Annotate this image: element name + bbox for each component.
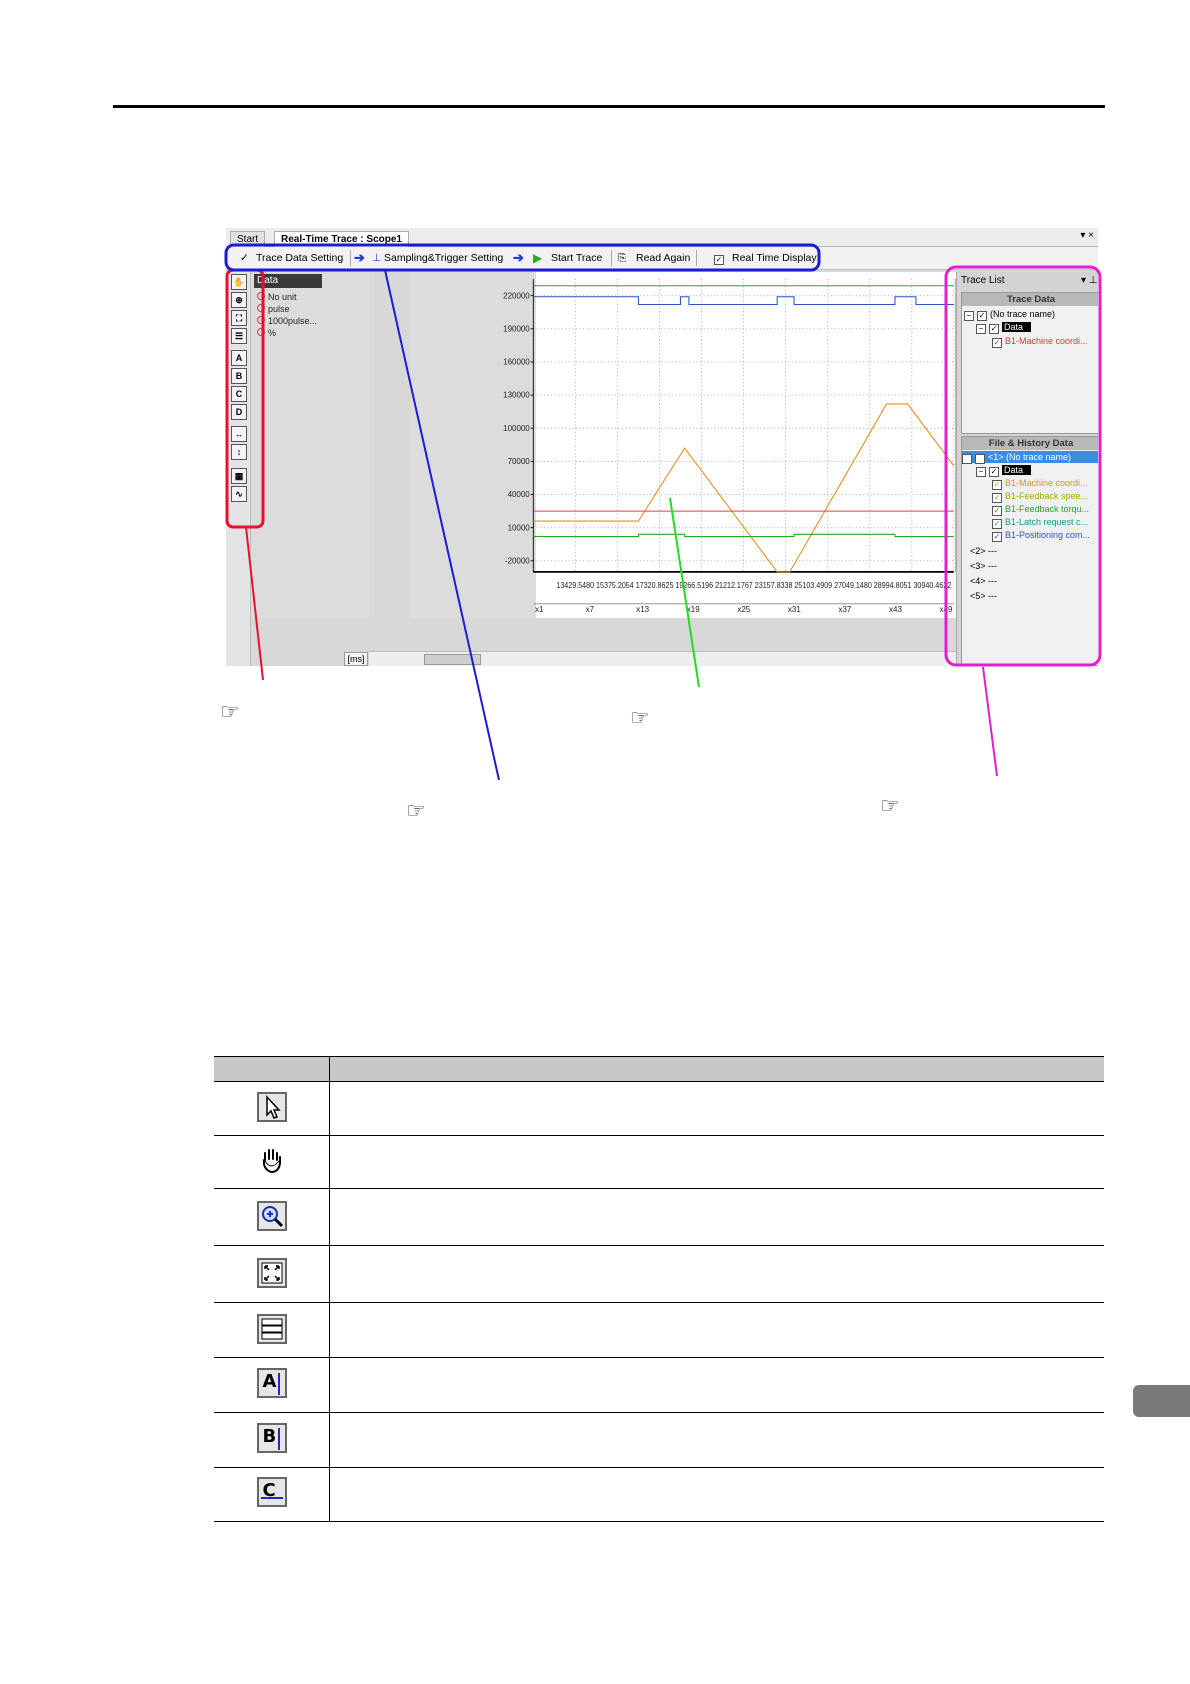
cursor-c-icon: C <box>256 1477 287 1507</box>
chapter-tab <box>1133 1385 1190 1417</box>
reference-hand-icon: ☞ <box>220 699 240 724</box>
table-description <box>329 1357 1104 1413</box>
icon-column-header <box>214 1056 330 1082</box>
table-description <box>329 1302 1104 1358</box>
icon-description-table: A B C <box>214 1056 1104 1522</box>
table-description <box>329 1188 1104 1246</box>
split-rows-icon <box>256 1313 287 1344</box>
table-description <box>329 1081 1104 1136</box>
pointer-icon <box>256 1092 287 1122</box>
zoom-in-icon <box>256 1200 287 1231</box>
red-callout-line <box>245 526 264 681</box>
table-row: C <box>214 1467 1104 1522</box>
table-row <box>214 1245 1104 1303</box>
table-row <box>214 1188 1104 1246</box>
tool-palette-highlight <box>225 268 265 529</box>
trace-list-highlight <box>944 265 1102 667</box>
table-row <box>214 1081 1104 1136</box>
fit-to-window-icon <box>256 1257 287 1288</box>
table-description <box>329 1467 1104 1522</box>
hand-icon <box>257 1145 287 1175</box>
green-callout-line <box>669 497 700 688</box>
blue-callout-line <box>384 269 500 781</box>
table-description <box>329 1412 1104 1468</box>
table-row <box>214 1302 1104 1358</box>
table-row: A <box>214 1357 1104 1413</box>
magenta-callout-line <box>982 666 998 777</box>
table-description <box>329 1245 1104 1303</box>
table-row <box>214 1135 1104 1189</box>
reference-hand-icon: ☞ <box>630 705 650 730</box>
table-header-row <box>214 1056 1104 1082</box>
cursor-a-icon: A <box>256 1367 287 1398</box>
reference-hand-icon: ☞ <box>406 798 426 823</box>
cursor-b-icon: B <box>256 1422 287 1453</box>
reference-hand-icon: ☞ <box>880 793 900 818</box>
toolbar-highlight <box>224 243 821 272</box>
table-description <box>329 1135 1104 1189</box>
table-row: B <box>214 1412 1104 1468</box>
callout-overlay <box>224 243 1102 781</box>
description-column-header <box>329 1056 1104 1082</box>
